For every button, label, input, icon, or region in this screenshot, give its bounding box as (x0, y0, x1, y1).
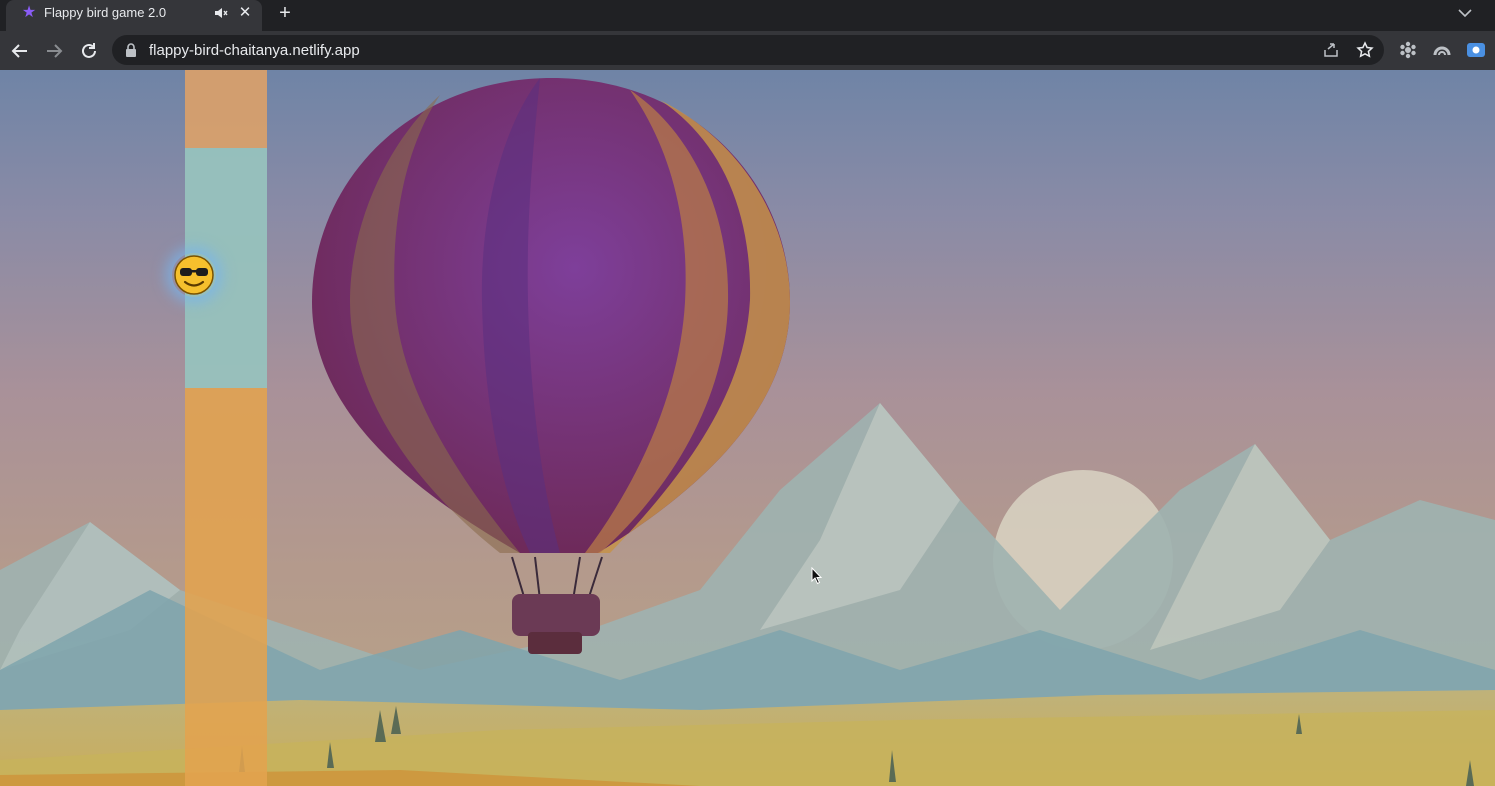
share-icon[interactable] (1322, 41, 1340, 59)
screen-recorder-icon[interactable] (1466, 40, 1486, 60)
speaker-muted-icon[interactable] (213, 5, 229, 21)
extension-icon[interactable] (1398, 40, 1418, 60)
sunglasses-face-icon (174, 255, 214, 295)
url-text[interactable]: flappy-bird-chaitanya.netlify.app (149, 42, 360, 59)
browser-tab[interactable]: ★ Flappy bird game 2.0 ✕ (6, 0, 262, 31)
reload-icon[interactable] (78, 40, 100, 62)
pipe-top (185, 70, 267, 148)
arc-extension-icon[interactable] (1432, 40, 1452, 60)
lock-icon[interactable] (125, 43, 137, 57)
pipe-bottom (185, 388, 267, 786)
tab-strip: ★ Flappy bird game 2.0 ✕ + (0, 0, 1495, 31)
player-bird (172, 253, 216, 297)
tab-title: Flappy bird game 2.0 (44, 5, 167, 20)
browser-toolbar: flappy-bird-chaitanya.netlify.app (0, 31, 1495, 70)
forward-arrow-icon[interactable] (43, 40, 65, 62)
mouse-cursor-icon (811, 567, 823, 585)
game-canvas[interactable] (0, 70, 1495, 786)
close-icon[interactable]: ✕ (236, 4, 254, 22)
address-bar[interactable]: flappy-bird-chaitanya.netlify.app (112, 35, 1384, 65)
new-tab-plus-icon[interactable]: + (274, 2, 296, 24)
chevron-down-icon[interactable] (1455, 3, 1475, 23)
star-favicon-icon: ★ (21, 4, 37, 21)
back-arrow-icon[interactable] (9, 40, 31, 62)
bookmark-star-icon[interactable] (1356, 41, 1374, 59)
